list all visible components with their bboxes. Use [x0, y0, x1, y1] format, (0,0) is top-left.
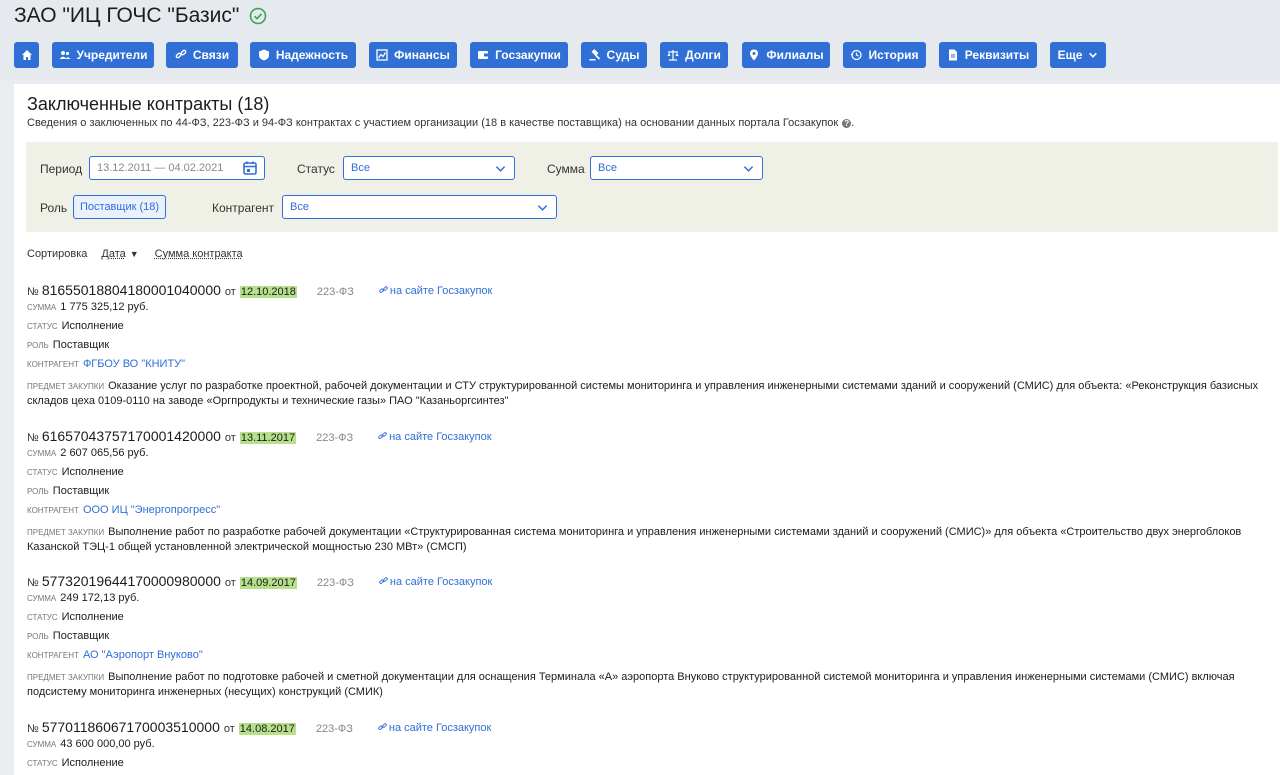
contract-party-link[interactable]: ООО ИЦ "Энергопрогресс" [83, 504, 220, 516]
nav-procurement-button[interactable]: Госзакупки [470, 42, 568, 68]
chevron-down-icon [1088, 50, 1098, 60]
contract-date: 12.10.2018 [240, 286, 297, 298]
status-select[interactable]: Все [343, 156, 515, 180]
contract-header: № 61657043757170001420000 от 13.11.2017 … [27, 428, 1272, 444]
home-icon [21, 49, 33, 61]
contract-number: 57732019644170000980000 [42, 573, 221, 589]
history-icon [850, 49, 862, 61]
chevron-down-icon [743, 163, 754, 174]
sort-by-date-link[interactable]: Дата [101, 248, 125, 260]
nav-history-button[interactable]: История [843, 42, 926, 68]
nav-more-button[interactable]: Еще [1050, 42, 1106, 68]
nav-courts-button[interactable]: Суды [581, 42, 647, 68]
shield-icon [258, 49, 270, 61]
nav-branches-button[interactable]: Филиалы [742, 42, 830, 68]
contract-law: 223-ФЗ [317, 286, 354, 298]
role-label: Роль [40, 201, 67, 215]
nav-finance-button[interactable]: Финансы [369, 42, 457, 68]
goszakupki-link[interactable]: на сайте Госзакупок [379, 576, 492, 588]
chart-icon [376, 49, 388, 61]
users-icon [59, 49, 71, 61]
contracts-panel: Заключенные контракты (18) Сведения о за… [14, 84, 1280, 775]
company-title: ЗАО "ИЦ ГОЧС "Базис" [14, 4, 267, 28]
sum-select[interactable]: Все [590, 156, 763, 180]
contract-date: 14.09.2017 [240, 577, 297, 589]
page-title: Заключенные контракты (18) [27, 94, 269, 115]
contract-party-link[interactable]: ФГБОУ ВО "КНИТУ" [83, 358, 185, 370]
contract-number: 57701186067170003510000 [42, 719, 220, 735]
link-icon [378, 432, 387, 441]
contract-number: 61657043757170001420000 [42, 428, 221, 444]
link-icon [379, 286, 388, 295]
goszakupki-link[interactable]: на сайте Госзакупок [379, 285, 492, 297]
contract-sum: 2 607 065,56 руб. [60, 447, 148, 459]
info-icon[interactable]: ? [842, 119, 851, 128]
contract-role: Поставщик [53, 485, 109, 497]
goszakupki-link[interactable]: на сайте Госзакупок [378, 722, 491, 734]
filters-panel: Период 13.12.2011 — 04.02.2021 Статус Вс… [26, 142, 1278, 232]
contract-party-link[interactable]: АО "Аэропорт Внуково" [83, 649, 203, 661]
contract-item: № 57701186067170003510000 от 14.08.2017 … [27, 719, 491, 775]
contract-item: № 81655018804180001040000 от 12.10.2018 … [27, 282, 1272, 408]
wallet-icon [477, 49, 489, 61]
page-subtitle: Сведения о заключенных по 44-ФЗ, 223-ФЗ … [27, 117, 854, 129]
contract-item: № 57732019644170000980000 от 14.09.2017 … [27, 573, 1272, 699]
calendar-icon[interactable] [242, 160, 258, 176]
nav-founders-button[interactable]: Учредители [52, 42, 154, 68]
sort-desc-icon: ▼ [130, 249, 139, 259]
goszakupki-link[interactable]: на сайте Госзакупок [378, 431, 491, 443]
scales-icon [667, 49, 679, 61]
contract-header: № 81655018804180001040000 от 12.10.2018 … [27, 282, 1272, 298]
contract-role: Поставщик [53, 630, 109, 642]
document-icon [947, 49, 959, 61]
pin-icon [748, 49, 760, 61]
contract-date: 13.11.2017 [240, 432, 296, 444]
link-icon [378, 723, 387, 732]
contract-number: 81655018804180001040000 [42, 282, 221, 298]
contract-header: № 57732019644170000980000 от 14.09.2017 … [27, 573, 1272, 589]
contract-status: Исполнение [62, 320, 124, 332]
gavel-icon [589, 49, 601, 61]
contract-role: Поставщик [53, 339, 109, 351]
status-label: Статус [297, 162, 335, 176]
contract-subject: предмет закупки Выполнение работ по разра… [27, 525, 1272, 554]
contract-item: № 61657043757170001420000 от 13.11.2017 … [27, 428, 1272, 554]
contract-status: Исполнение [62, 611, 124, 623]
contract-sum: 43 600 000,00 руб. [60, 738, 154, 750]
company-name: ЗАО "ИЦ ГОЧС "Базис" [14, 4, 239, 28]
nav-connections-button[interactable]: Связи [166, 42, 238, 68]
link-icon [175, 49, 187, 61]
contract-status: Исполнение [62, 757, 124, 769]
contract-law: 223-ФЗ [317, 577, 354, 589]
nav-debts-button[interactable]: Долги [660, 42, 728, 68]
sort-by-sum-link[interactable]: Сумма контракта [155, 248, 243, 260]
nav-requisites-button[interactable]: Реквизиты [939, 42, 1037, 68]
contract-sum: 1 775 325,12 руб. [60, 301, 148, 313]
nav-reliability-button[interactable]: Надежность [250, 42, 356, 68]
counterparty-label: Контрагент [212, 201, 274, 215]
contract-law: 223-ФЗ [316, 723, 353, 735]
contract-subject: предмет закупки Оказание услуг по разрабо… [27, 379, 1272, 408]
sort-bar: Сортировка Дата ▼ Сумма контракта [27, 248, 243, 260]
nav-home-button[interactable] [14, 42, 39, 68]
contract-date: 14.08.2017 [239, 723, 296, 735]
counterparty-select[interactable]: Все [282, 195, 557, 219]
chevron-down-icon [537, 202, 548, 213]
chevron-down-icon [495, 163, 506, 174]
contract-subject: предмет закупки Выполнение работ по подго… [27, 670, 1272, 699]
contract-law: 223-ФЗ [316, 432, 353, 444]
contract-header: № 57701186067170003510000 от 14.08.2017 … [27, 719, 491, 735]
link-icon [379, 577, 388, 586]
contract-sum: 249 172,13 руб. [60, 592, 139, 604]
period-input[interactable]: 13.12.2011 — 04.02.2021 [89, 156, 265, 180]
period-label: Период [40, 162, 82, 176]
sum-label: Сумма [547, 162, 585, 176]
verified-check-icon [249, 7, 267, 25]
contract-status: Исполнение [62, 466, 124, 478]
header: ЗАО "ИЦ ГОЧС "Базис" Учредители Связи На… [0, 0, 1280, 80]
role-supplier-button[interactable]: Поставщик (18) [73, 195, 166, 219]
